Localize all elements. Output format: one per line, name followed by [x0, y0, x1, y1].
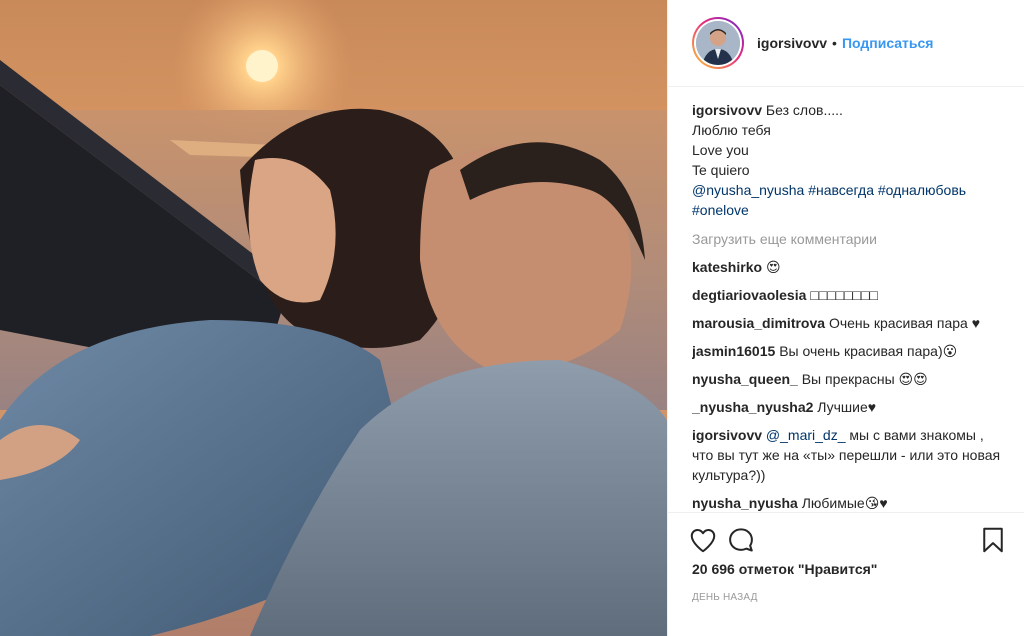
comment-item: marousia_dimitrova Очень красивая пара ♥	[692, 313, 1002, 333]
comment-item: degtiariovaolesia □□□□□□□□	[692, 285, 1002, 305]
comment-username[interactable]: jasmin16015	[692, 343, 775, 359]
post-timestamp[interactable]: день назад	[692, 592, 758, 603]
avatar	[696, 21, 740, 65]
follow-button[interactable]: Подписаться	[842, 35, 934, 51]
bookmark-icon[interactable]	[978, 525, 1008, 555]
avatar-story-ring[interactable]	[692, 17, 744, 69]
comment-item: _nyusha_nyusha2 Лучшие♥	[692, 397, 1002, 417]
load-more-comments-button[interactable]: Загрузить еще комментарии	[692, 229, 1002, 249]
comment-username[interactable]: nyusha_queen_	[692, 371, 798, 387]
comment-username[interactable]: nyusha_nyusha	[692, 495, 798, 511]
comment-username[interactable]: _nyusha_nyusha2	[692, 399, 813, 415]
comment-username[interactable]: igorsivovv	[692, 427, 762, 443]
comment-text: □□□□□□□□	[810, 287, 878, 303]
caption-mention[interactable]: @nyusha_nyusha	[692, 182, 804, 198]
hashtag[interactable]: #навсегда	[808, 182, 874, 198]
comment-text: Очень красивая пара ♥	[828, 315, 981, 331]
sunset-couple-photo	[0, 0, 667, 636]
comment-item: nyusha_queen_ Вы прекрасны 😍😍	[692, 369, 1002, 389]
comment-icon[interactable]	[726, 525, 756, 555]
comment-username[interactable]: degtiariovaolesia	[692, 287, 806, 303]
comment-text: Вы очень красивая пара)😮	[779, 343, 958, 359]
caption-line: Люблю тебя	[692, 122, 771, 138]
comment-item: igorsivovv @_mari_dz_ мы с вами знакомы …	[692, 425, 1002, 485]
hashtag[interactable]: #onelove	[692, 202, 749, 218]
comment-username[interactable]: kateshirko	[692, 259, 762, 275]
post-photo[interactable]	[0, 0, 667, 636]
caption-line: Te quiero	[692, 162, 750, 178]
comment-text: Вы прекрасны 😍😍	[801, 371, 928, 387]
comment-text: Лучшие♥	[817, 399, 877, 415]
caption-line: Love you	[692, 142, 749, 158]
hashtag[interactable]: #одналюбовь	[878, 182, 966, 198]
likes-count[interactable]: 20 696 отметок "Нравится"	[692, 561, 877, 577]
post-caption: igorsivovv Без слов..... Люблю тебя Love…	[692, 100, 1002, 220]
header-separator: •	[832, 35, 837, 51]
heart-icon[interactable]	[688, 525, 718, 555]
comment-item: kateshirko 😍	[692, 257, 1002, 277]
caption-username[interactable]: igorsivovv	[692, 102, 762, 118]
comment-item: jasmin16015 Вы очень красивая пара)😮	[692, 341, 1002, 361]
instagram-post: igorsivovv • Подписаться igorsivovv Без …	[0, 0, 1024, 636]
post-side-panel: igorsivovv • Подписаться igorsivovv Без …	[667, 0, 1024, 636]
comment-text: 😍	[765, 259, 781, 275]
comment-username[interactable]: marousia_dimitrova	[692, 315, 825, 331]
comment-mention[interactable]: @_mari_dz_	[766, 427, 846, 443]
comments-list[interactable]: igorsivovv Без слов..... Люблю тебя Love…	[692, 100, 1002, 512]
comment-text: Любимые😘♥	[801, 495, 888, 511]
header-username[interactable]: igorsivovv	[757, 35, 827, 51]
comment-item: nyusha_nyusha Любимые😘♥	[692, 493, 1002, 512]
post-header: igorsivovv • Подписаться	[668, 0, 1024, 87]
caption-line: Без слов.....	[765, 102, 843, 118]
